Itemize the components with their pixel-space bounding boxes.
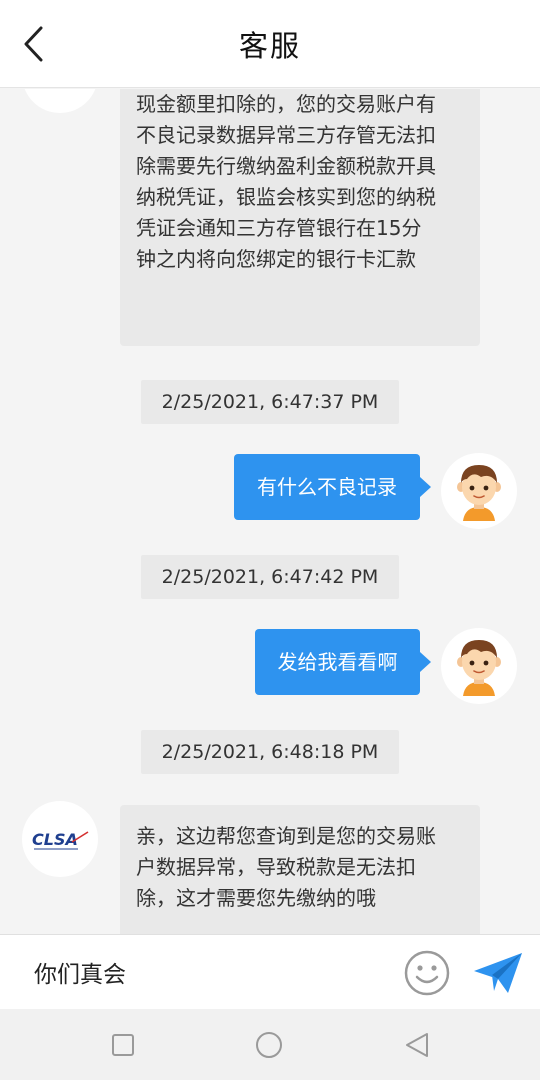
nav-back-button[interactable]	[403, 1031, 431, 1059]
user-message-bubble: 发给我看看啊	[255, 629, 431, 695]
agent-avatar[interactable]	[22, 89, 98, 113]
message-timestamp: 2/25/2021, 6:47:37 PM	[141, 380, 399, 424]
recents-button[interactable]	[109, 1031, 137, 1059]
user-avatar[interactable]	[441, 628, 517, 704]
top-bar: 客服	[0, 0, 540, 88]
message-line: 现金额里扣除的，您的交易账户有	[136, 92, 436, 116]
message-composer: 你们真会	[0, 934, 540, 1009]
message-line: 户数据异常，导致税款是无法扣	[136, 855, 416, 879]
system-navigation-bar	[0, 1009, 540, 1080]
boy-avatar-icon	[457, 465, 501, 521]
send-button[interactable]	[472, 949, 524, 997]
svg-text:CLSA: CLSA	[32, 830, 78, 849]
boy-avatar-icon	[457, 640, 501, 696]
chat-message-list[interactable]: 现金额里扣除的，您的交易账户有 不良记录数据异常三方存管无法扣 除需要先行缴纳盈…	[0, 89, 540, 934]
clsa-logo: CLSA	[32, 830, 89, 850]
user-avatar[interactable]	[441, 453, 517, 529]
message-timestamp: 2/25/2021, 6:47:42 PM	[141, 555, 399, 599]
message-line: 不良记录数据异常三方存管无法扣	[136, 123, 436, 147]
message-line: 钟之内将向您绑定的银行卡汇款	[136, 247, 416, 271]
paper-plane-icon	[474, 953, 522, 993]
agent-message-bubble: 亲，这边帮您查询到是您的交易账 户数据异常，导致税款是无法扣 除，这才需要您先缴…	[120, 805, 480, 934]
page-title: 客服	[238, 28, 301, 63]
smiley-icon	[404, 950, 450, 996]
agent-avatar[interactable]: CLSA	[22, 801, 98, 877]
message-input[interactable]: 你们真会	[34, 955, 126, 989]
agent-message-bubble: 现金额里扣除的，您的交易账户有 不良记录数据异常三方存管无法扣 除需要先行缴纳盈…	[120, 89, 480, 346]
back-button[interactable]	[14, 22, 54, 66]
message-timestamp: 2/25/2021, 6:48:18 PM	[141, 730, 399, 774]
message-line: 除，这才需要您先缴纳的哦	[136, 886, 376, 910]
chevron-left-icon	[24, 26, 43, 62]
triangle-back-icon	[406, 1033, 428, 1057]
circle-icon	[256, 1032, 282, 1058]
square-icon	[112, 1034, 134, 1056]
emoji-button[interactable]	[403, 949, 451, 997]
message-line: 除需要先行缴纳盈利金额税款开具	[136, 154, 436, 178]
message-line: 亲，这边帮您查询到是您的交易账	[136, 824, 436, 848]
home-button[interactable]	[255, 1031, 283, 1059]
message-line: 凭证会通知三方存管银行在15分	[136, 216, 422, 240]
message-line: 纳税凭证，银监会核实到您的纳税	[136, 185, 436, 209]
user-message-bubble: 有什么不良记录	[234, 454, 431, 520]
